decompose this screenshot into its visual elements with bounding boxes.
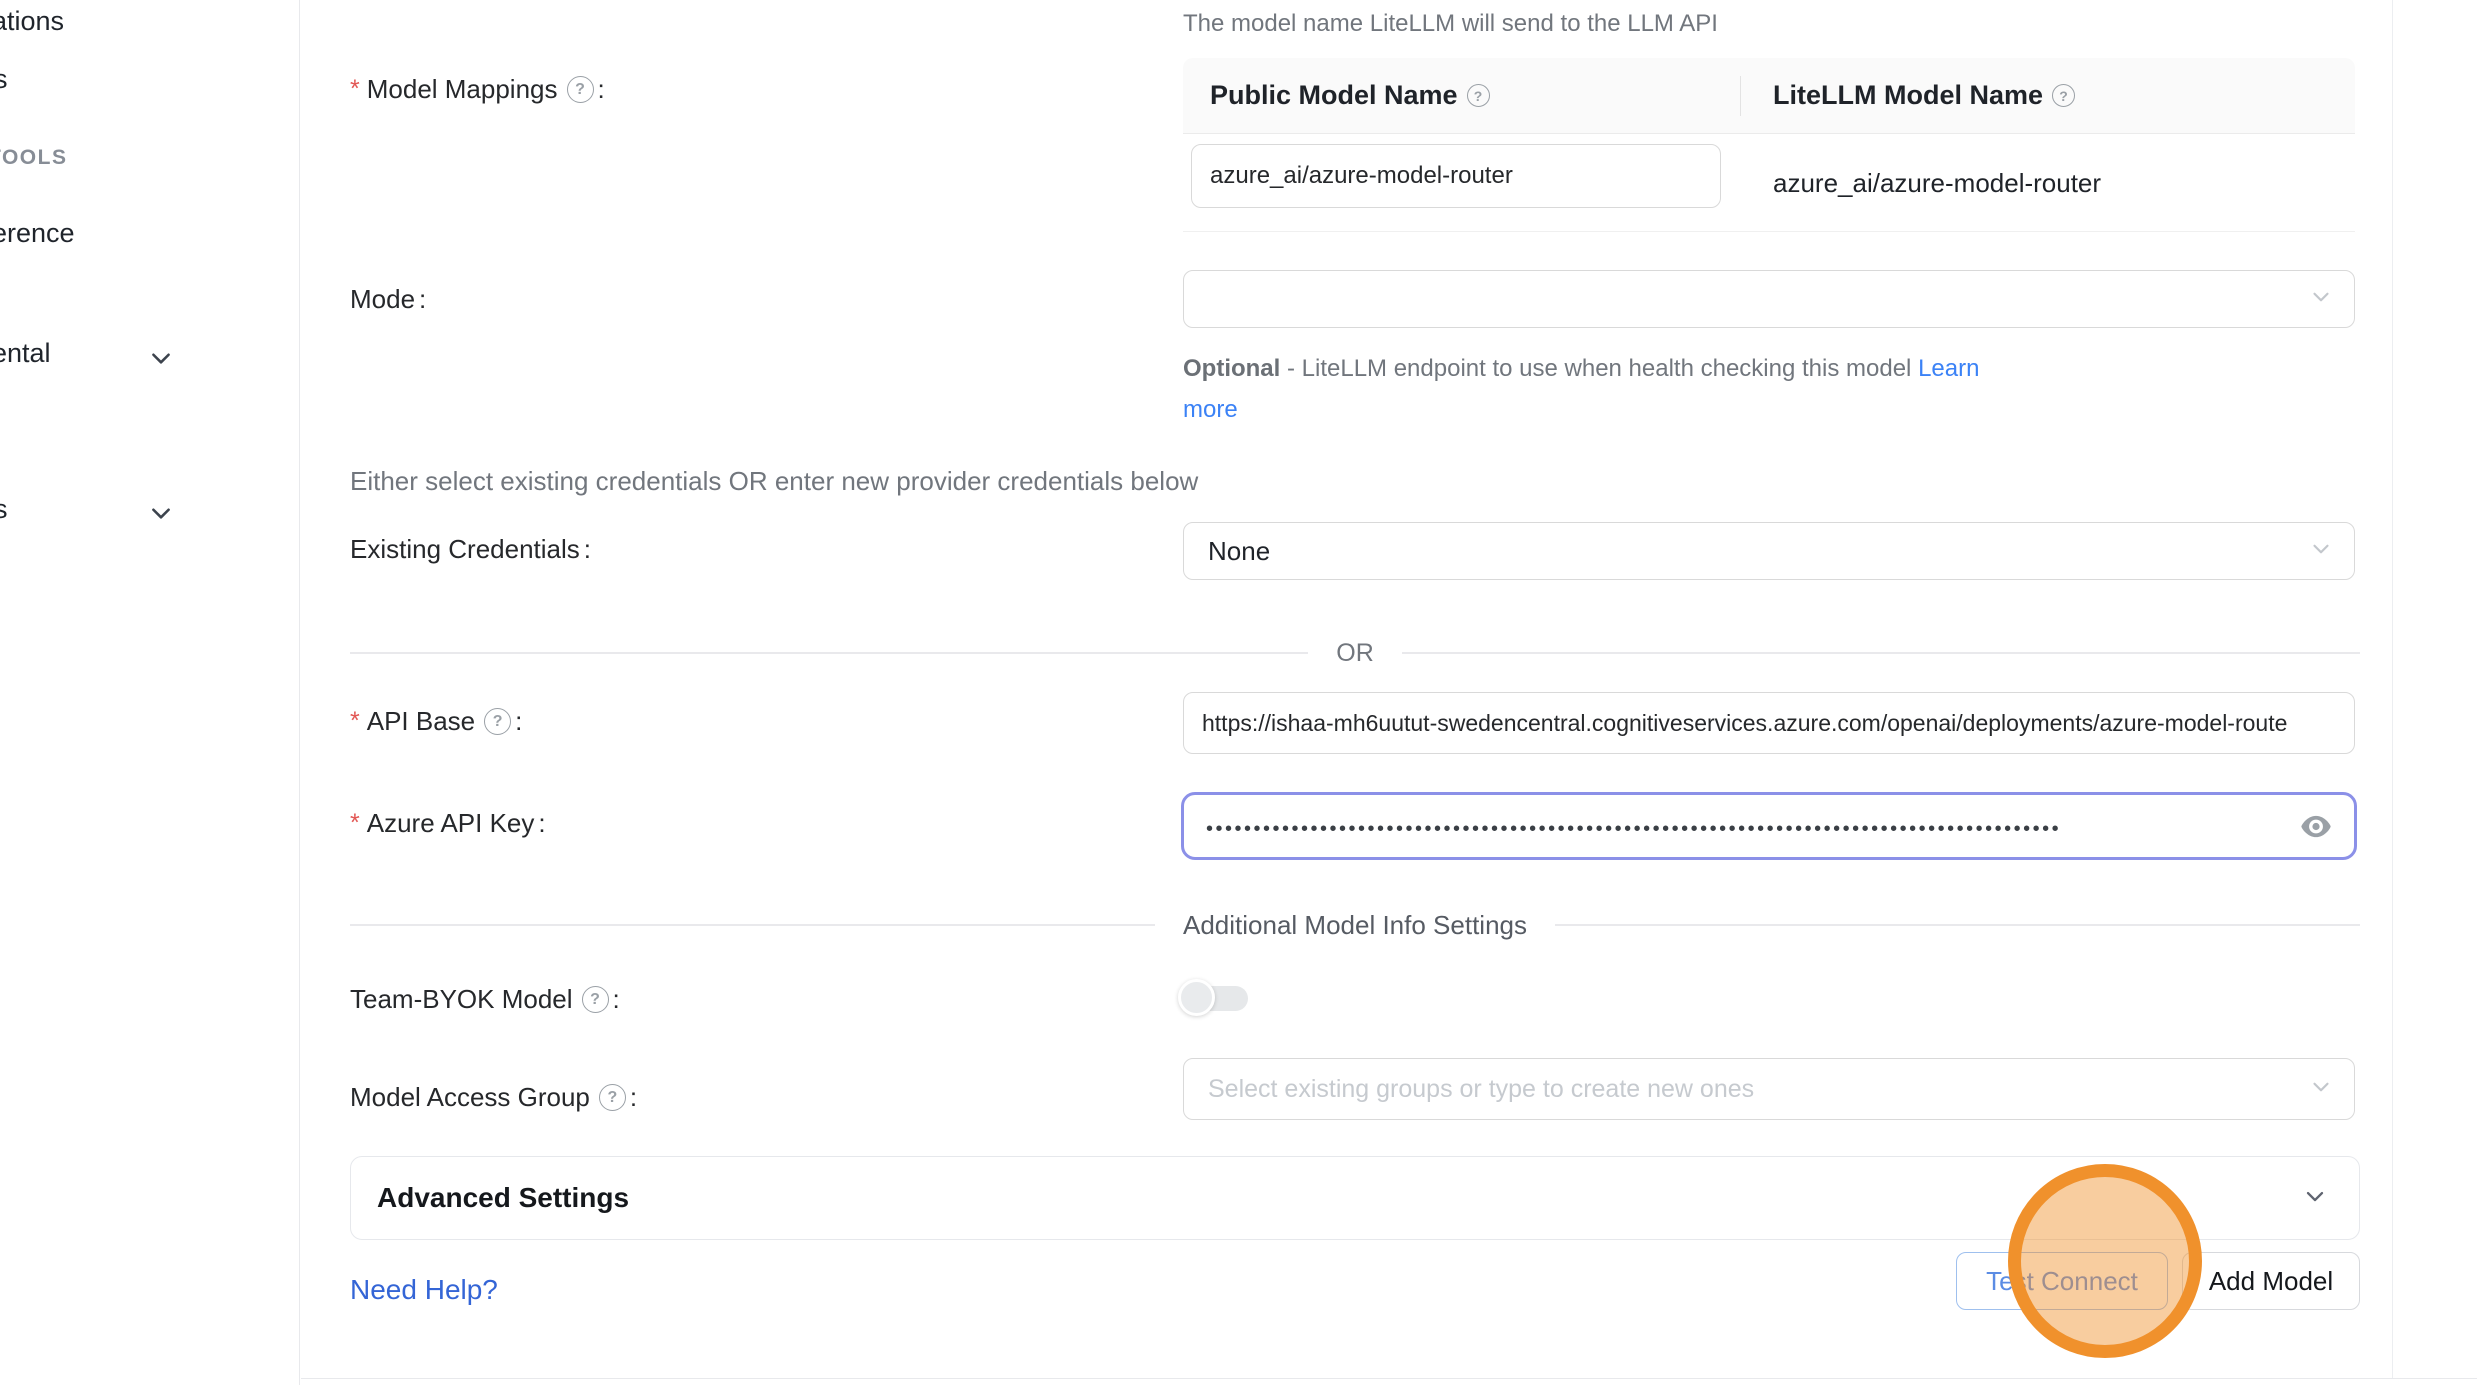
label-colon: : <box>630 1082 637 1113</box>
advanced-settings-panel[interactable]: Advanced Settings <box>350 1156 2360 1240</box>
label-colon: : <box>613 984 620 1015</box>
model-mappings-table-header: Public Model Name ? LiteLLM Model Name ? <box>1183 58 2355 134</box>
team-byok-label-text: Team-BYOK Model <box>350 984 573 1015</box>
label-colon: : <box>419 284 426 315</box>
additional-info-divider-text: Additional Model Info Settings <box>1183 910 1527 941</box>
sidebar-item-2[interactable]: s <box>0 64 8 95</box>
sidebar-item-settings[interactable]: s <box>0 494 8 525</box>
azure-api-key-label: * Azure API Key : <box>350 808 546 839</box>
chevron-down-icon <box>2308 284 2334 315</box>
public-model-name-header: Public Model Name ? <box>1183 80 1740 111</box>
label-colon: : <box>598 74 605 105</box>
existing-credentials-value: None <box>1184 536 1270 567</box>
model-mappings-label-text: Model Mappings <box>367 74 558 105</box>
sidebar: ations s TOOLS erence ental s <box>0 0 300 1385</box>
label-colon: : <box>515 706 522 737</box>
mode-helper-text: Optional - LiteLLM endpoint to use when … <box>1183 348 2053 430</box>
model-mappings-table: Public Model Name ? LiteLLM Model Name ?… <box>1183 58 2355 232</box>
test-connect-button[interactable]: Test Connect <box>1956 1252 2168 1310</box>
chevron-down-icon[interactable] <box>148 345 174 376</box>
model-name-helper-text: The model name LiteLLM will send to the … <box>1183 10 1718 38</box>
label-colon: : <box>538 808 545 839</box>
model-access-group-placeholder: Select existing groups or type to create… <box>1184 1075 1754 1104</box>
model-mappings-label: * Model Mappings ? : <box>350 74 605 105</box>
advanced-settings-label: Advanced Settings <box>377 1182 629 1214</box>
existing-credentials-label: Existing Credentials : <box>350 534 591 565</box>
eye-icon[interactable] <box>2300 815 2332 838</box>
masked-api-key-value: ••••••••••••••••••••••••••••••••••••••••… <box>1206 813 2300 839</box>
help-icon[interactable]: ? <box>484 708 511 735</box>
help-icon[interactable]: ? <box>582 986 609 1013</box>
litellm-model-name-value: azure_ai/azure-model-router <box>1773 134 2101 232</box>
additional-info-divider: Additional Model Info Settings <box>350 908 2360 942</box>
api-base-label: * API Base ? : <box>350 706 522 737</box>
existing-credentials-label-text: Existing Credentials <box>350 534 580 565</box>
learn-more-link-line2[interactable]: more <box>1183 389 2053 430</box>
sidebar-section-tools: TOOLS <box>0 146 67 170</box>
chevron-down-icon <box>2308 536 2334 567</box>
mode-helper-line1: Optional - LiteLLM endpoint to use when … <box>1183 348 2053 389</box>
litellm-model-name-header: LiteLLM Model Name ? <box>1740 80 2075 111</box>
chevron-down-icon <box>2301 1182 2329 1215</box>
help-icon[interactable]: ? <box>1467 84 1490 107</box>
add-model-button[interactable]: Add Model <box>2182 1252 2360 1310</box>
sidebar-item-experimental[interactable]: ental <box>0 338 51 369</box>
api-base-input[interactable] <box>1183 692 2355 754</box>
chevron-down-icon <box>2308 1074 2334 1105</box>
required-asterisk: * <box>350 809 360 838</box>
public-model-name-input[interactable] <box>1191 144 1721 208</box>
model-access-group-label-text: Model Access Group <box>350 1082 590 1113</box>
mode-label: Mode : <box>350 284 426 315</box>
or-divider-text: OR <box>1336 639 1374 668</box>
card-right-border <box>2392 0 2393 1378</box>
model-mappings-table-row: azure_ai/azure-model-router <box>1183 134 2355 232</box>
required-asterisk: * <box>350 707 360 736</box>
sidebar-item-1[interactable]: ations <box>0 6 64 37</box>
api-base-label-text: API Base <box>367 706 475 737</box>
divider-line <box>1555 924 2360 926</box>
divider-line <box>350 924 1155 926</box>
optional-bold: Optional <box>1183 355 1280 382</box>
required-asterisk: * <box>350 75 360 104</box>
toggle-knob <box>1178 979 1215 1016</box>
card-bottom-border <box>301 1378 2477 1379</box>
model-access-group-label: Model Access Group ? : <box>350 1082 637 1113</box>
help-icon[interactable]: ? <box>567 76 594 103</box>
add-model-form-screen: ations s TOOLS erence ental s The model … <box>0 0 2477 1385</box>
mode-label-text: Mode <box>350 284 415 315</box>
credentials-note: Either select existing credentials OR en… <box>350 466 1198 497</box>
existing-credentials-select[interactable]: None <box>1183 522 2355 580</box>
mode-select[interactable] <box>1183 270 2355 328</box>
help-icon[interactable]: ? <box>2052 84 2075 107</box>
mode-helper-body: - LiteLLM endpoint to use when health ch… <box>1280 355 1918 382</box>
chevron-down-icon[interactable] <box>148 500 174 531</box>
divider-line <box>350 652 1308 654</box>
learn-more-link[interactable]: Learn <box>1918 355 1979 382</box>
azure-api-key-input[interactable]: ••••••••••••••••••••••••••••••••••••••••… <box>1181 792 2357 860</box>
table-column-divider <box>1740 76 1741 116</box>
public-model-name-header-text: Public Model Name <box>1210 80 1458 111</box>
help-icon[interactable]: ? <box>599 1084 626 1111</box>
label-colon: : <box>584 534 591 565</box>
litellm-model-name-header-text: LiteLLM Model Name <box>1773 80 2043 111</box>
need-help-link[interactable]: Need Help? <box>350 1274 498 1306</box>
sidebar-item-inference[interactable]: erence <box>0 218 75 249</box>
azure-api-key-label-text: Azure API Key <box>367 808 535 839</box>
model-access-group-select[interactable]: Select existing groups or type to create… <box>1183 1058 2355 1120</box>
team-byok-toggle[interactable] <box>1178 978 1250 1018</box>
or-divider: OR <box>350 636 2360 670</box>
team-byok-label: Team-BYOK Model ? : <box>350 984 620 1015</box>
divider-line <box>1402 652 2360 654</box>
